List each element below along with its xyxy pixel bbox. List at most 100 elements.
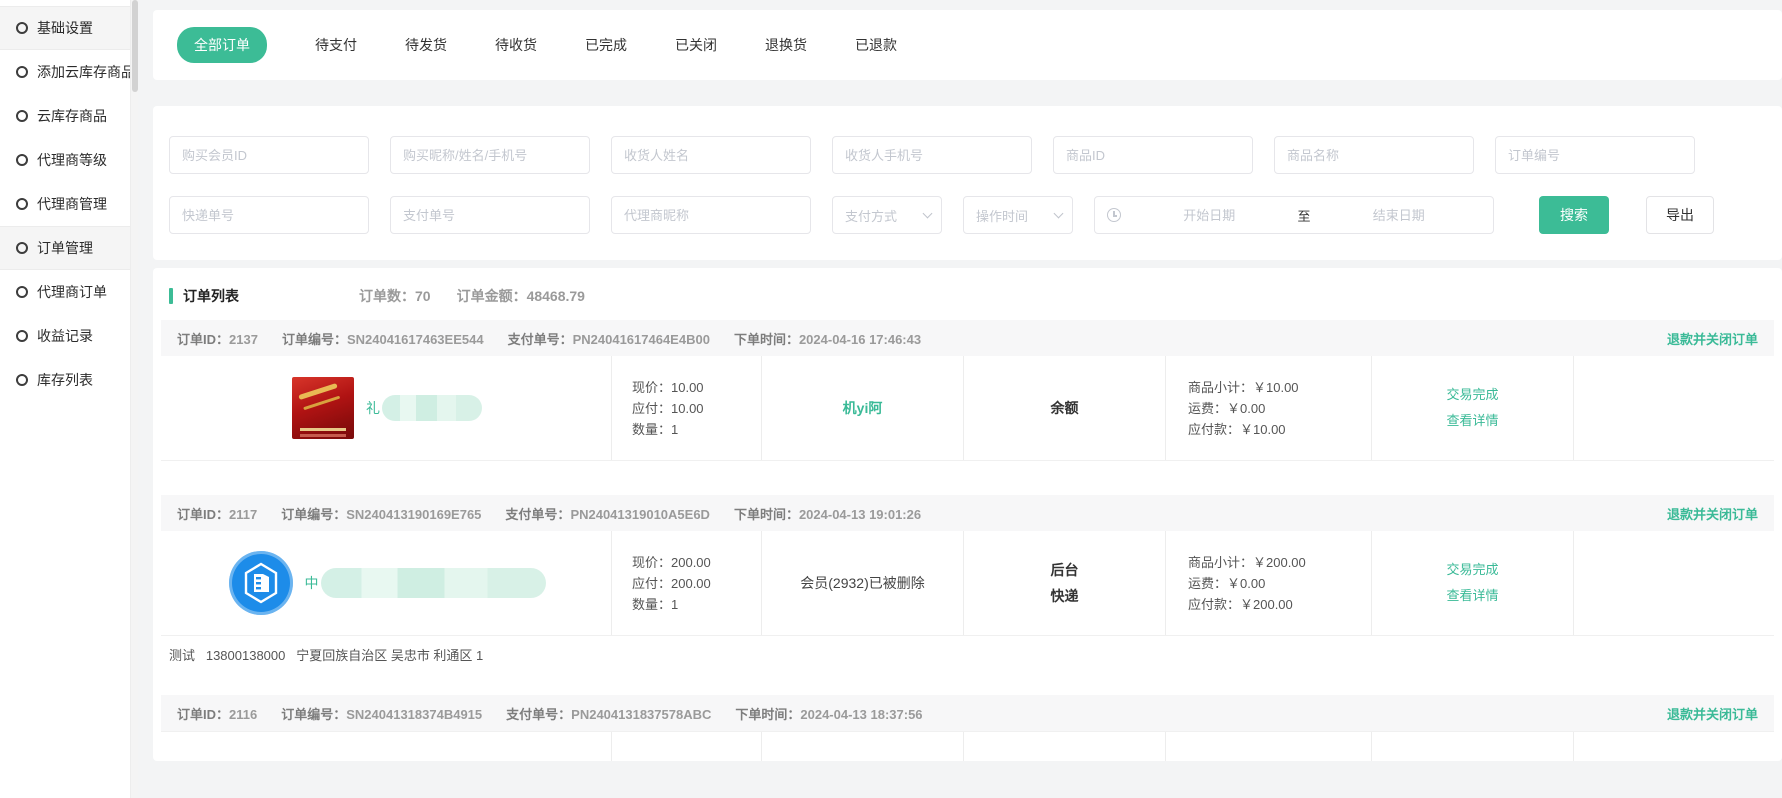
buyer-nickname-input[interactable]: [390, 136, 590, 174]
refund-close-link[interactable]: 退款并关闭订单: [1667, 329, 1758, 348]
product-cell: 中: [161, 531, 611, 635]
tab-all-orders[interactable]: 全部订单: [177, 27, 267, 63]
product-name-text: 礼: [366, 398, 380, 418]
order-no: 订单编号：SN24041318374B4915: [281, 704, 482, 723]
amounts-cell: [1165, 732, 1371, 761]
order-id: 订单ID：2117: [177, 504, 257, 523]
app: 基础设置 添加云库存商品 云库存商品 代理商等级 代理商管理 订单管理 代理商订…: [0, 0, 1782, 798]
sidebar-item-agent-level[interactable]: 代理商等级: [0, 138, 130, 182]
sidebar-item-earnings[interactable]: 收益记录: [0, 314, 130, 358]
order-id: 订单ID：2137: [177, 329, 258, 348]
sidebar-item-label: 收益记录: [37, 326, 93, 346]
scrollbar-thumb[interactable]: [132, 0, 138, 92]
price-cell: 现价：10.00 应付：10.00 数量：1: [611, 356, 761, 460]
order-no-input[interactable]: [1495, 136, 1695, 174]
payment-no: 支付单号：PN24041319010A5E6D: [505, 504, 710, 523]
quantity: 数量：1: [632, 419, 753, 440]
operate-time-select[interactable]: 操作时间: [963, 196, 1073, 234]
pay-method-cell: 余额: [963, 356, 1165, 460]
tracking-no-input[interactable]: [169, 196, 369, 234]
tab-closed[interactable]: 已关闭: [675, 35, 717, 55]
date-range-picker[interactable]: 至: [1094, 196, 1494, 234]
tab-refunded[interactable]: 已退款: [855, 35, 897, 55]
start-date-input[interactable]: [1127, 208, 1292, 223]
amounts-cell: 商品小计：￥200.00 运费：￥0.00 应付款：￥200.00: [1165, 531, 1371, 635]
payment-no-input[interactable]: [390, 196, 590, 234]
order-header: 订单ID：2137 订单编号：SN24041617463EE544 支付单号：P…: [161, 320, 1774, 356]
pay-method-cell: 后台 快递: [963, 531, 1165, 635]
sidebar-item-agent-manage[interactable]: 代理商管理: [0, 182, 130, 226]
order-block: 订单ID：2116 订单编号：SN24041318374B4915 支付单号：P…: [161, 695, 1774, 761]
sidebar-item-order-manage[interactable]: 订单管理: [0, 226, 130, 270]
agent-nickname-input[interactable]: [611, 196, 811, 234]
tab-returns[interactable]: 退换货: [765, 35, 807, 55]
radio-circle-icon: [16, 242, 28, 254]
export-button[interactable]: 导出: [1646, 196, 1714, 234]
search-button[interactable]: 搜索: [1539, 196, 1609, 234]
delivery-method: 快递: [1051, 583, 1079, 609]
sidebar-item-basic-settings[interactable]: 基础设置: [0, 6, 130, 50]
order-row-partial: [161, 731, 1774, 761]
sidebar-item-label: 代理商管理: [37, 194, 107, 214]
sidebar: 基础设置 添加云库存商品 云库存商品 代理商等级 代理商管理 订单管理 代理商订…: [0, 0, 130, 798]
empty-cell: [1573, 356, 1774, 460]
product-name-text: 中: [305, 573, 319, 593]
clock-icon: [1107, 208, 1121, 222]
complete-trade-link[interactable]: 交易完成: [1446, 557, 1498, 583]
radio-circle-icon: [16, 110, 28, 122]
sidebar-item-add-cloud-stock[interactable]: 添加云库存商品: [0, 50, 130, 94]
refund-close-link[interactable]: 退款并关闭订单: [1667, 704, 1758, 723]
chevron-down-icon: [923, 208, 933, 218]
product-name-input[interactable]: [1274, 136, 1474, 174]
sidebar-item-stock-list[interactable]: 库存列表: [0, 358, 130, 402]
view-details-link[interactable]: 查看详情: [1446, 583, 1498, 609]
subtotal: 商品小计：￥200.00: [1188, 552, 1363, 573]
order-no: 订单编号：SN240413190169E765: [281, 504, 481, 523]
sidebar-item-cloud-stock[interactable]: 云库存商品: [0, 94, 130, 138]
sidebar-scrollbar[interactable]: [130, 0, 138, 798]
payment-no: 支付单号：PN2404131837578ABC: [506, 704, 711, 723]
refund-close-link[interactable]: 退款并关闭订单: [1667, 504, 1758, 523]
actions-cell: 交易完成 查看详情: [1371, 531, 1573, 635]
sidebar-item-label: 添加云库存商品: [37, 62, 135, 82]
buyer-name-link[interactable]: 机yi阿: [843, 398, 883, 418]
radio-circle-icon: [16, 198, 28, 210]
tab-pending-shipment[interactable]: 待发货: [405, 35, 447, 55]
end-date-input[interactable]: [1317, 208, 1482, 223]
receiver-phone-input[interactable]: [832, 136, 1032, 174]
payment-method-select[interactable]: 支付方式: [832, 196, 942, 234]
building-icon: [239, 561, 283, 605]
radio-circle-icon: [16, 22, 28, 34]
tab-pending-receipt[interactable]: 待收货: [495, 35, 537, 55]
list-title: 订单列表: [183, 286, 239, 306]
subtotal: 商品小计：￥10.00: [1188, 377, 1363, 398]
pay-method: 余额: [1051, 395, 1079, 421]
buyer-deleted-text: 会员(2932)已被删除: [800, 573, 924, 593]
complete-trade-link[interactable]: 交易完成: [1446, 382, 1498, 408]
order-amount-stat: 订单金额：48468.79: [457, 286, 585, 306]
tab-completed[interactable]: 已完成: [585, 35, 627, 55]
buyer-cell: [761, 732, 963, 761]
product-id-input[interactable]: [1053, 136, 1253, 174]
buyer-member-id-input[interactable]: [169, 136, 369, 174]
product-cell: 礼: [161, 356, 611, 460]
radio-circle-icon: [16, 286, 28, 298]
order-status-tabs: 全部订单 待支付 待发货 待收货 已完成 已关闭 退换货 已退款: [153, 10, 1782, 80]
accent-bar: [169, 288, 173, 304]
receiver-name-input[interactable]: [611, 136, 811, 174]
order-list-header: 订单列表 订单数：70 订单金额：48468.79: [161, 280, 1774, 320]
filter-row-2: 支付方式 操作时间 至 搜索 导出: [169, 196, 1766, 234]
product-name: 礼: [366, 395, 482, 421]
order-header: 订单ID：2116 订单编号：SN24041318374B4915 支付单号：P…: [161, 695, 1774, 731]
buyer-cell: 会员(2932)已被删除: [761, 531, 963, 635]
radio-circle-icon: [16, 330, 28, 342]
order-list-panel: 订单列表 订单数：70 订单金额：48468.79 订单ID：2137 订单编号…: [153, 268, 1782, 761]
view-details-link[interactable]: 查看详情: [1446, 408, 1498, 434]
radio-circle-icon: [16, 154, 28, 166]
pay-method: 后台: [1051, 557, 1079, 583]
sidebar-item-agent-orders[interactable]: 代理商订单: [0, 270, 130, 314]
product-cell: [161, 732, 611, 761]
order-block: 订单ID：2137 订单编号：SN24041617463EE544 支付单号：P…: [161, 320, 1774, 461]
payable-price: 应付：10.00: [632, 398, 753, 419]
tab-pending-payment[interactable]: 待支付: [315, 35, 357, 55]
